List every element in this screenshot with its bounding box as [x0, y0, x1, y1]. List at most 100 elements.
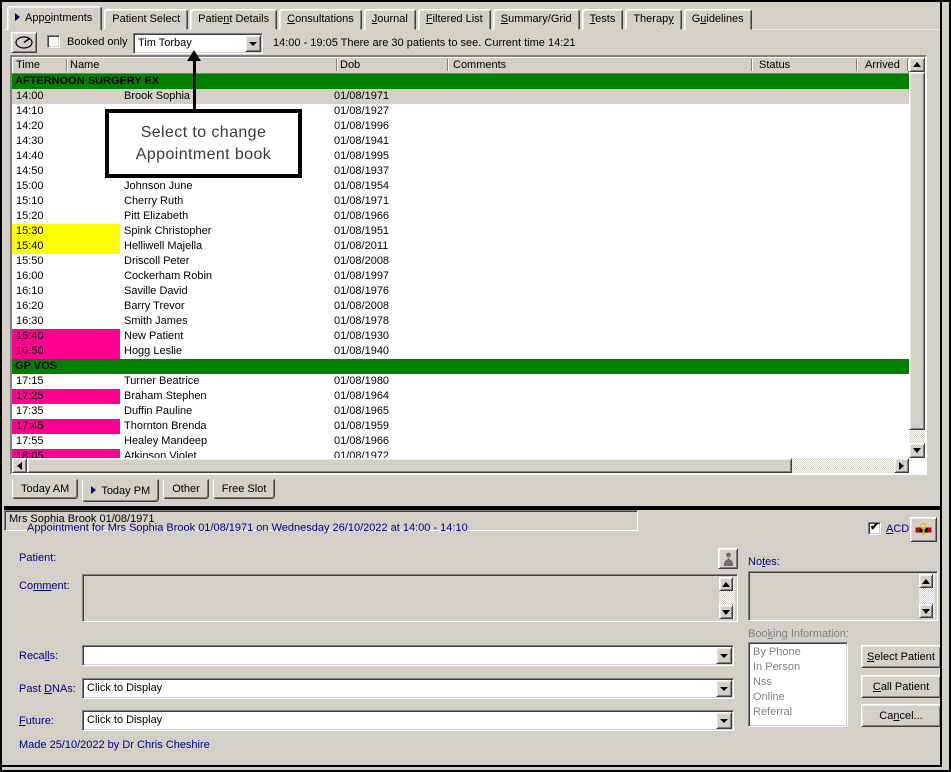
call-patient-button[interactable]: Call Patient	[861, 675, 941, 698]
dob-cell: 01/08/1951	[334, 224, 389, 237]
appointment-row[interactable]: 17:55Healey Mandeep01/08/1966	[12, 434, 909, 449]
col-time[interactable]: Time	[16, 59, 40, 71]
dob-cell: 01/08/1980	[334, 374, 389, 387]
time-cell: 17:45	[12, 419, 120, 434]
scroll-down-icon[interactable]	[719, 605, 733, 619]
col-arrived[interactable]: Arrived	[865, 59, 900, 71]
notes-label: Notes:	[748, 556, 780, 568]
appointment-row[interactable]: 17:35Duffin Pauline01/08/1965	[12, 404, 909, 419]
cancel-button[interactable]: Cancel...	[861, 704, 941, 727]
scroll-down-icon[interactable]	[919, 604, 933, 618]
chevron-down-icon[interactable]	[245, 35, 261, 52]
speedometer-button[interactable]	[11, 32, 37, 53]
time-cell: 17:35	[12, 404, 120, 419]
tab-tests[interactable]: Tests	[582, 9, 624, 30]
acd-checkbox[interactable]: ✔	[868, 522, 881, 535]
appointment-row[interactable]: 17:45Thornton Brenda01/08/1959	[12, 419, 909, 434]
scroll-up-icon[interactable]	[909, 57, 925, 72]
tab-patient-details[interactable]: Patient Details	[190, 9, 277, 30]
appointment-row[interactable]: 16:00Cockerham Robin01/08/1997	[12, 269, 909, 284]
booking-option[interactable]: By Phone	[753, 645, 847, 660]
appointment-row[interactable]: 15:40Helliwell Majella01/08/2011	[12, 239, 909, 254]
comment-field[interactable]	[82, 574, 738, 622]
active-tab-arrow-icon	[91, 486, 96, 494]
vertical-scrollbar[interactable]	[909, 57, 925, 458]
tab-therapy[interactable]: Therapy	[625, 9, 681, 30]
scroll-up-icon[interactable]	[719, 577, 733, 591]
appointment-row[interactable]: 16:50Hogg Leslie01/08/1940	[12, 344, 909, 359]
future-select[interactable]: Click to Display	[82, 710, 734, 731]
appointment-row[interactable]: 15:20Pitt Elizabeth01/08/1966	[12, 209, 909, 224]
appointment-row[interactable]: 17:15Turner Beatrice01/08/1980	[12, 374, 909, 389]
appointment-row[interactable]: 15:30Spink Christopher01/08/1951	[12, 224, 909, 239]
dob-cell: 01/08/1927	[334, 104, 389, 117]
scroll-down-icon[interactable]	[909, 443, 925, 458]
time-cell: 16:00	[12, 269, 120, 284]
tab-consultations[interactable]: Consultations	[279, 9, 362, 30]
appointment-row[interactable]: 18:05Atkinson Violet01/08/1972	[12, 449, 909, 458]
future-value: Click to Display	[87, 714, 162, 726]
booking-option[interactable]: In Person	[753, 660, 847, 675]
appointment-row[interactable]: 16:20Barry Trevor01/08/2008	[12, 299, 909, 314]
session-tab-free-slot[interactable]: Free Slot	[213, 479, 276, 499]
scroll-right-icon[interactable]	[894, 458, 909, 473]
appointment-row[interactable]: 16:10Saville David01/08/1976	[12, 284, 909, 299]
past-dnas-select[interactable]: Click to Display	[82, 678, 734, 699]
appointment-row[interactable]: 14:00Brook Sophia01/08/1971	[12, 89, 909, 104]
scroll-up-icon[interactable]	[919, 574, 933, 588]
col-status[interactable]: Status	[759, 59, 790, 71]
name-cell: Atkinson Violet	[124, 449, 197, 458]
booking-option[interactable]: Online	[753, 690, 847, 705]
appointment-row[interactable]: 16:30Smith James01/08/1978	[12, 314, 909, 329]
tab-filtered-list[interactable]: Filtered List	[418, 9, 491, 30]
select-patient-button[interactable]: Select Patient	[861, 645, 941, 668]
booking-option[interactable]: Referral	[753, 705, 847, 720]
col-dob[interactable]: Dob	[340, 59, 360, 71]
appointment-row[interactable]: 16:40New Patient01/08/1930	[12, 329, 909, 344]
time-cell: 15:10	[12, 194, 120, 209]
notes-field[interactable]	[748, 571, 938, 621]
name-cell: Smith James	[124, 314, 188, 327]
comment-scrollbar[interactable]	[719, 577, 735, 619]
vscroll-thumb[interactable]	[909, 72, 925, 430]
col-name[interactable]: Name	[70, 59, 99, 71]
booking-option[interactable]: Nss	[753, 675, 847, 690]
chevron-down-icon[interactable]	[716, 680, 732, 697]
session-tab-today-am[interactable]: Today AM	[12, 479, 78, 499]
tab-journal[interactable]: Journal	[364, 9, 416, 30]
session-tab-other[interactable]: Other	[163, 479, 209, 499]
scroll-left-icon[interactable]	[12, 458, 27, 473]
section-header: GP VOS	[12, 359, 909, 374]
booked-only-checkbox[interactable]: ✔	[47, 35, 60, 48]
tab-summary-grid[interactable]: Summary/Grid	[493, 9, 580, 30]
chevron-down-icon[interactable]	[716, 712, 732, 729]
tab-appointments[interactable]: Appointments	[7, 6, 102, 31]
table-header: Time Name Dob Comments Status Arrived	[12, 57, 909, 74]
tab-guidelines[interactable]: Guidelines	[684, 9, 752, 30]
person-icon	[723, 552, 734, 566]
speedometer-icon	[15, 36, 33, 49]
dob-cell: 01/08/1965	[334, 404, 389, 417]
time-cell: 14:00	[12, 89, 120, 104]
appointment-row[interactable]: 15:10Cherry Ruth01/08/1971	[12, 194, 909, 209]
recalls-select[interactable]	[82, 645, 734, 666]
horizontal-scrollbar[interactable]	[12, 458, 909, 473]
time-cell: 17:15	[12, 374, 120, 389]
session-tab-today-pm[interactable]: Today PM	[82, 479, 159, 502]
callout-arrow-icon	[187, 50, 201, 61]
col-comments[interactable]: Comments	[453, 59, 506, 71]
name-cell: Cherry Ruth	[124, 194, 183, 207]
booking-information-list[interactable]: By PhoneIn PersonNssOnlineReferral	[748, 642, 848, 727]
name-cell: Saville David	[124, 284, 188, 297]
time-cell: 14:10	[12, 104, 120, 119]
acd-detail-button[interactable]	[910, 517, 937, 542]
notes-scrollbar[interactable]	[919, 574, 935, 618]
tab-patient-select[interactable]: Patient Select	[104, 9, 188, 30]
appointment-row[interactable]: 17:25Braham Stephen01/08/1964	[12, 389, 909, 404]
chevron-down-icon[interactable]	[716, 647, 732, 664]
appointment-row[interactable]: 15:00Johnson June01/08/1954	[12, 179, 909, 194]
patient-details-button[interactable]	[718, 548, 738, 569]
hscroll-thumb[interactable]	[27, 458, 792, 473]
name-cell: New Patient	[124, 329, 183, 342]
appointment-row[interactable]: 15:50Driscoll Peter01/08/2008	[12, 254, 909, 269]
